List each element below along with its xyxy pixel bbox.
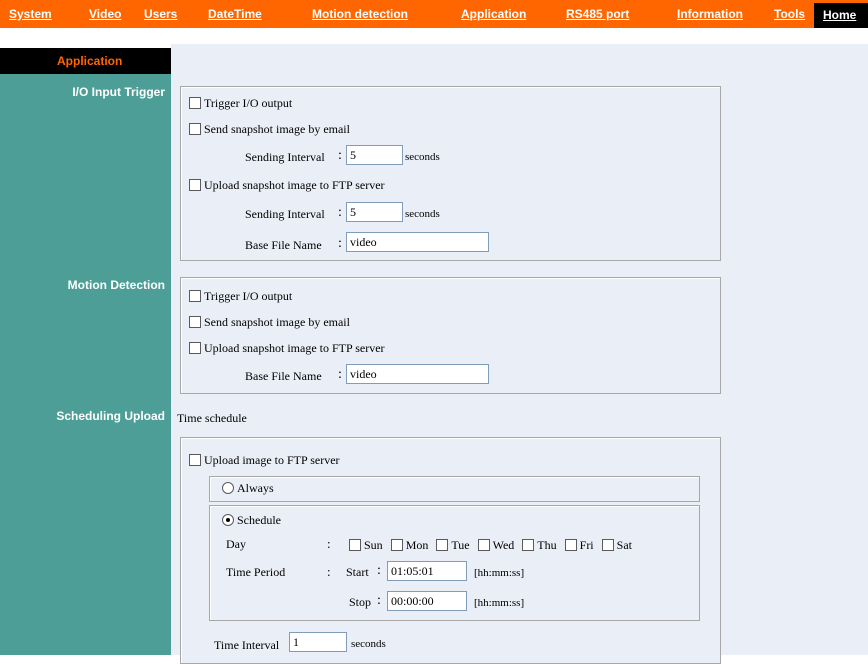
time-interval-unit: seconds bbox=[351, 638, 386, 650]
motion-base-file-input[interactable] bbox=[346, 364, 489, 384]
motion-base-file-colon: : bbox=[338, 367, 342, 382]
sidebar: I/O Input Trigger Motion Detection Sched… bbox=[0, 74, 171, 655]
sidebar-header: Application bbox=[0, 48, 171, 74]
io-ftp-interval-input[interactable] bbox=[346, 202, 403, 222]
nav-home[interactable]: Home bbox=[814, 3, 868, 28]
top-nav-bar: System Video Users DateTime Motion detec… bbox=[0, 0, 868, 28]
motion-base-file-label: Base File Name bbox=[245, 369, 322, 383]
io-send-email-checkbox[interactable] bbox=[189, 123, 201, 136]
stop-colon: : bbox=[377, 593, 381, 608]
day-tue-checkbox[interactable] bbox=[436, 539, 449, 552]
day-fri-label: Fri bbox=[579, 537, 594, 552]
io-trigger-panel: Trigger I/O output Send snapshot image b… bbox=[180, 86, 721, 261]
time-interval-input[interactable] bbox=[289, 632, 347, 652]
sidebar-header-label: Application bbox=[57, 54, 123, 68]
motion-trigger-io-label: Trigger I/O output bbox=[204, 288, 293, 303]
schedule-panel: Upload image to FTP server Always Schedu… bbox=[180, 437, 721, 664]
day-checkboxes: Sun Mon Tue Wed Thu Fri Sat bbox=[349, 537, 632, 557]
io-email-interval-colon: : bbox=[338, 148, 342, 163]
sidebar-label-motion-detection: Motion Detection bbox=[67, 278, 165, 292]
io-email-interval-label: Sending Interval bbox=[245, 150, 325, 164]
time-period-colon: : bbox=[327, 564, 331, 579]
day-thu-label: Thu bbox=[537, 537, 557, 552]
nav-datetime[interactable]: DateTime bbox=[208, 0, 262, 28]
time-interval-label: Time Interval bbox=[214, 638, 280, 652]
motion-trigger-io-row: Trigger I/O output bbox=[189, 288, 292, 308]
io-trigger-io-checkbox[interactable] bbox=[189, 97, 201, 110]
sidebar-label-scheduling-upload: Scheduling Upload bbox=[56, 409, 165, 423]
day-sun-checkbox[interactable] bbox=[349, 539, 361, 552]
start-label: Start bbox=[346, 565, 369, 579]
io-send-email-row: Send snapshot image by email bbox=[189, 121, 350, 141]
io-upload-ftp-checkbox[interactable] bbox=[189, 179, 201, 192]
day-mon-checkbox[interactable] bbox=[390, 539, 403, 552]
io-upload-ftp-row: Upload snapshot image to FTP server bbox=[189, 177, 385, 197]
stop-label: Stop bbox=[349, 595, 372, 609]
stop-time-input[interactable] bbox=[387, 591, 467, 611]
motion-upload-ftp-checkbox[interactable] bbox=[189, 342, 201, 355]
always-label: Always bbox=[237, 480, 274, 495]
nav-tools[interactable]: Tools bbox=[774, 0, 805, 28]
always-row: Always bbox=[222, 480, 274, 500]
day-wed-checkbox[interactable] bbox=[477, 539, 490, 552]
motion-send-email-checkbox[interactable] bbox=[189, 316, 201, 329]
motion-send-email-label: Send snapshot image by email bbox=[204, 314, 350, 329]
schedule-row: Schedule bbox=[222, 512, 281, 532]
always-box: Always bbox=[209, 476, 700, 502]
motion-trigger-io-checkbox[interactable] bbox=[189, 290, 201, 303]
nav-application[interactable]: Application bbox=[461, 0, 526, 28]
nav-motion-detection[interactable]: Motion detection bbox=[312, 0, 408, 28]
always-radio[interactable] bbox=[222, 482, 234, 495]
sidebar-label-io-input-trigger: I/O Input Trigger bbox=[72, 85, 165, 99]
schedule-box: Schedule Day : Sun Mon Tue Wed Thu Fri S… bbox=[209, 505, 700, 621]
io-email-interval-unit: seconds bbox=[405, 151, 440, 163]
schedule-upload-ftp-checkbox[interactable] bbox=[189, 454, 201, 467]
start-colon: : bbox=[377, 563, 381, 578]
day-wed-label: Wed bbox=[492, 537, 515, 552]
io-ftp-interval-unit: seconds bbox=[405, 208, 440, 220]
day-fri-checkbox[interactable] bbox=[564, 539, 577, 552]
day-sat-checkbox[interactable] bbox=[601, 539, 614, 552]
stop-format-hint: [hh:mm:ss] bbox=[474, 597, 525, 609]
time-period-label: Time Period bbox=[226, 565, 286, 579]
day-tue-label: Tue bbox=[451, 537, 470, 552]
io-base-file-label: Base File Name bbox=[245, 238, 322, 252]
day-label: Day bbox=[226, 537, 246, 551]
day-sun-label: Sun bbox=[364, 537, 383, 552]
io-base-file-colon: : bbox=[338, 236, 342, 251]
io-trigger-io-label: Trigger I/O output bbox=[204, 95, 293, 110]
io-base-file-input[interactable] bbox=[346, 232, 489, 252]
schedule-radio[interactable] bbox=[222, 514, 234, 527]
io-upload-ftp-label: Upload snapshot image to FTP server bbox=[204, 177, 385, 192]
start-format-hint: [hh:mm:ss] bbox=[474, 567, 525, 579]
motion-upload-ftp-label: Upload snapshot image to FTP server bbox=[204, 340, 385, 355]
io-send-email-label: Send snapshot image by email bbox=[204, 121, 350, 136]
io-email-interval-input[interactable] bbox=[346, 145, 403, 165]
nav-information[interactable]: Information bbox=[677, 0, 743, 28]
nav-home-label[interactable]: Home bbox=[823, 3, 856, 28]
main-content: Trigger I/O output Send snapshot image b… bbox=[171, 44, 868, 664]
day-sat-label: Sat bbox=[616, 537, 632, 552]
nav-users[interactable]: Users bbox=[144, 0, 177, 28]
io-ftp-interval-label: Sending Interval bbox=[245, 207, 325, 221]
nav-video[interactable]: Video bbox=[89, 0, 121, 28]
day-thu-checkbox[interactable] bbox=[522, 539, 535, 552]
schedule-upload-ftp-label: Upload image to FTP server bbox=[204, 452, 340, 467]
start-time-input[interactable] bbox=[387, 561, 467, 581]
schedule-upload-ftp-row: Upload image to FTP server bbox=[189, 452, 340, 472]
motion-panel: Trigger I/O output Send snapshot image b… bbox=[180, 277, 721, 394]
motion-upload-ftp-row: Upload snapshot image to FTP server bbox=[189, 340, 385, 360]
motion-send-email-row: Send snapshot image by email bbox=[189, 314, 350, 334]
day-colon: : bbox=[327, 536, 331, 551]
io-trigger-io-row: Trigger I/O output bbox=[189, 95, 292, 115]
day-mon-label: Mon bbox=[405, 537, 429, 552]
nav-system[interactable]: System bbox=[9, 0, 52, 28]
time-schedule-label: Time schedule bbox=[177, 411, 247, 425]
schedule-label: Schedule bbox=[237, 512, 281, 527]
io-ftp-interval-colon: : bbox=[338, 205, 342, 220]
nav-rs485-port[interactable]: RS485 port bbox=[566, 0, 629, 28]
